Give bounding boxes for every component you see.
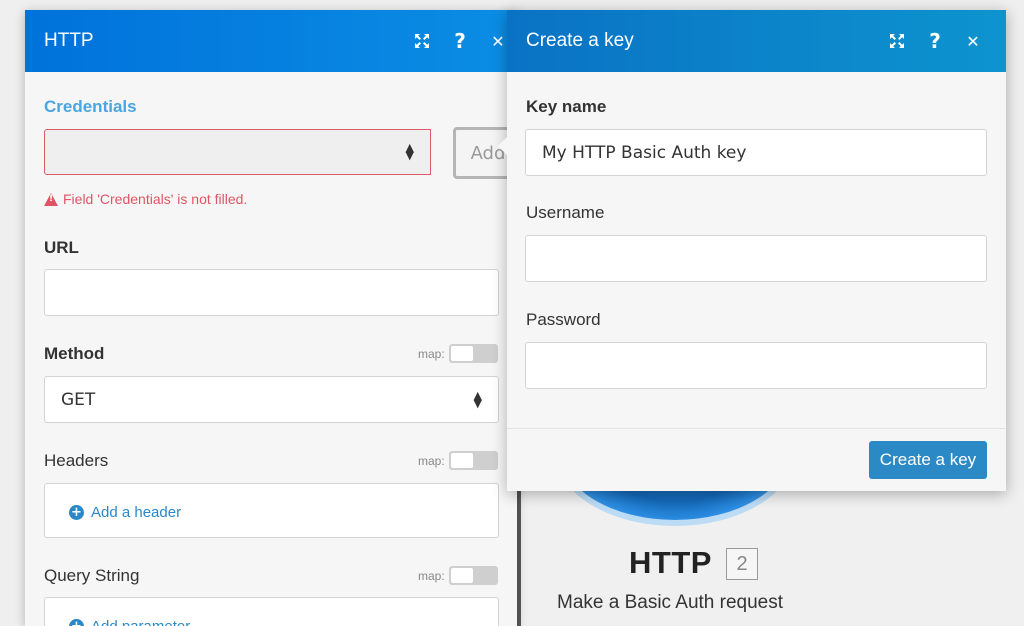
sort-icon: ▲ ▼ [405, 141, 414, 162]
create-key-title: Create a key [526, 30, 634, 51]
method-map-toggle[interactable]: map: [418, 344, 498, 363]
map-switch[interactable] [448, 344, 498, 363]
username-label: Username [526, 203, 605, 222]
add-parameter-text: Add parameter [91, 618, 190, 626]
plus-circle-icon: + [69, 505, 84, 520]
map-label: map: [418, 453, 445, 468]
map-label: map: [418, 346, 445, 361]
map-switch-knob [450, 453, 473, 468]
help-icon[interactable]: ? [924, 29, 946, 53]
add-header-link[interactable]: + Add a header [69, 504, 181, 521]
map-switch[interactable] [448, 566, 498, 585]
module-subtitle: Make a Basic Auth request [557, 592, 784, 613]
close-icon[interactable]: ✕ [962, 30, 984, 52]
divider [517, 490, 521, 626]
credentials-error: Field 'Credentials' is not filled. [44, 191, 247, 207]
method-label: Method [44, 344, 105, 363]
create-key-button[interactable]: Create a key [869, 441, 987, 479]
expand-icon[interactable] [886, 30, 908, 52]
create-key-header: Create a key ? ✕ [507, 10, 1006, 72]
sort-icon: ▲ ▼ [473, 388, 482, 410]
credentials-label: Credentials [44, 97, 137, 116]
headers-label: Headers [44, 451, 109, 470]
username-input[interactable] [525, 235, 987, 282]
map-switch-knob [450, 346, 473, 361]
key-name-label: Key name [526, 97, 607, 116]
create-key-header-icons: ? ✕ [886, 10, 984, 72]
password-label: Password [526, 310, 601, 329]
credentials-select[interactable]: ▲ ▼ [44, 129, 431, 175]
query-string-label: Query String [44, 566, 140, 585]
headers-box: + Add a header [44, 483, 499, 538]
create-key-panel: Create a key ? ✕ Key name My HTTP Basic … [507, 10, 1006, 491]
help-icon[interactable]: ? [449, 29, 471, 53]
key-name-input[interactable]: My HTTP Basic Auth key [525, 129, 987, 176]
credentials-error-text: Field 'Credentials' is not filled. [63, 191, 248, 207]
popover-pointer [498, 135, 509, 157]
map-label: map: [418, 568, 445, 583]
headers-map-toggle[interactable]: map: [418, 451, 498, 470]
password-input[interactable] [525, 342, 987, 389]
footer-divider [507, 428, 1006, 429]
warning-icon [44, 192, 58, 206]
method-select[interactable]: GET ▲ ▼ [44, 376, 499, 423]
map-switch[interactable] [448, 451, 498, 470]
module-title: HTTP [629, 545, 712, 580]
method-value: GET [61, 389, 96, 410]
http-panel-title: HTTP [44, 30, 94, 51]
close-icon[interactable]: ✕ [487, 30, 509, 52]
map-switch-knob [450, 568, 473, 583]
query-string-box: + Add parameter [44, 597, 499, 626]
query-map-toggle[interactable]: map: [418, 566, 498, 585]
add-parameter-link[interactable]: + Add parameter [69, 618, 190, 626]
http-panel-header: HTTP ? ✕ [25, 10, 517, 72]
http-panel-header-icons: ? ✕ [411, 10, 509, 72]
url-input[interactable] [44, 269, 499, 316]
add-header-text: Add a header [91, 504, 182, 521]
plus-circle-icon: + [69, 619, 84, 626]
module-badge: 2 [726, 548, 758, 580]
http-panel: HTTP ? ✕ Credentials ▲▼ Add Field 'Crede… [25, 10, 523, 626]
expand-icon[interactable] [411, 30, 433, 52]
url-label: URL [44, 238, 79, 257]
key-name-value: My HTTP Basic Auth key [542, 142, 747, 163]
